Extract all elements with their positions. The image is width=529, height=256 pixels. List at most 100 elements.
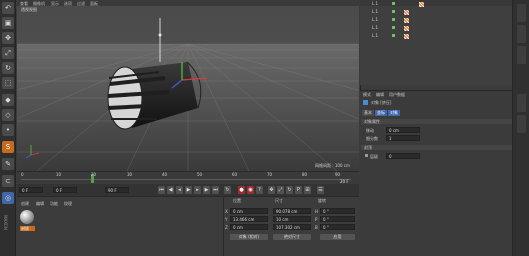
section-caps-label: 封顶 [364,145,372,150]
select-icon[interactable]: ⬚ [2,77,14,89]
subdivision-field[interactable]: 1 [386,135,420,141]
torus-icon[interactable]: ◎ [2,192,14,204]
texture-tag-icon[interactable] [419,2,424,7]
timeline-tick: 0 [21,172,24,177]
level-field[interactable]: 0 [386,153,420,159]
material-menu-item[interactable]: 功能 [50,201,58,207]
cube-icon[interactable]: ▣ [2,17,14,29]
timeline-ruler[interactable]: 0 10 20 30 40 50 60 70 80 90 20 F [17,171,359,184]
viewport[interactable] [17,0,359,171]
viewport-menu-item[interactable]: 选项 [64,1,72,7]
frame-end-field[interactable]: 90 F [105,187,129,193]
tab-basic[interactable]: 基本 [362,110,374,116]
visibility-dot-icon[interactable] [392,2,395,5]
visibility-dot-icon[interactable] [392,10,395,13]
viewport-menu-item[interactable]: 显示 [51,1,59,7]
attr-menu-item[interactable]: 模式 [363,93,371,97]
field-label: 细分数 [366,136,378,141]
object-item-name[interactable]: L.1 [372,34,378,38]
position-x-field[interactable]: 0 cm [230,208,268,214]
section-header [361,119,512,124]
material-menu-item[interactable]: 编辑 [36,201,44,207]
material-swatch[interactable] [20,210,34,224]
checkbox-icon[interactable] [365,154,368,157]
size-x-field[interactable]: 90.078 cm [273,208,311,214]
object-item-name[interactable]: L.1 [372,10,378,14]
size-y-field[interactable]: 10 cm [273,216,311,222]
coordinate-mode-select[interactable]: 对象 (相对) [230,234,268,240]
play-icon[interactable]: ▶ [185,186,192,194]
material-name[interactable]: 材质 [20,226,35,231]
visibility-dot-icon[interactable] [392,18,395,21]
viewport-menu-item[interactable]: 过滤 [77,1,85,7]
object-item-name[interactable]: L.1 [372,2,378,6]
grid-spacing-label: 网格间距 : 100 cm [315,163,350,168]
position-y-field[interactable]: 13.466 cm [230,216,268,222]
attr-menu-item[interactable]: 用户数据 [389,93,405,97]
key-position-icon[interactable]: ✥ [268,186,275,194]
left-toolbar: ↶ ▣ ✥ ⤢ ↻ ⬚ ◆ ◇ • S ✎ ⊂ ◎ MAXON [0,0,16,256]
material-menu-item[interactable]: 创建 [21,201,29,207]
prev-key-icon[interactable]: ◀ [167,186,174,194]
attributes-tab[interactable] [517,94,526,112]
section-header [361,145,512,150]
rotation-p-field[interactable]: 0 ° [320,216,355,222]
timeline-menu-icon[interactable]: ☰ [317,186,324,194]
tab-object[interactable]: 对象 [388,110,400,116]
auto-key-icon[interactable]: ◉ [247,186,254,194]
material-menu-item[interactable]: 纹理 [64,201,72,207]
axis-label: Z [225,225,228,230]
next-key-icon[interactable]: ▶ [203,186,210,194]
object-item-name[interactable]: L.1 [372,18,378,22]
magnet-icon[interactable]: ⊂ [2,175,14,187]
go-to-end-icon[interactable]: ⏭ [212,186,219,194]
position-z-field[interactable]: 0 cm [230,224,268,230]
keyframe-selection-icon[interactable]: ? [256,186,263,194]
rot-axis-label: B [315,225,318,230]
key-rotation-icon[interactable]: ↻ [286,186,293,194]
next-frame-icon[interactable]: ▸ [194,186,201,194]
prev-frame-icon[interactable]: ◂ [176,186,183,194]
loop-icon[interactable]: ↻ [224,186,231,194]
move-icon[interactable]: ✥ [2,32,14,44]
texture-tag-icon[interactable] [404,34,409,39]
polygon-icon[interactable]: ◆ [2,94,14,106]
size-z-field[interactable]: 107.302 cm [273,224,311,230]
go-to-start-icon[interactable]: ⏮ [158,186,165,194]
transport-bar: 0 F 0 F 90 F ⏮ ◀ ◂ ▶ ▸ ▶ ⏭ ↻ ● ◉ ? ✥ ⤢ ↻… [17,184,359,196]
attr-menu-item[interactable]: 编辑 [376,93,384,97]
structure-tab[interactable] [517,25,526,43]
object-item-name[interactable]: L.1 [372,26,378,30]
rotation-h-field[interactable]: 0 ° [320,208,355,214]
visibility-dot-icon[interactable] [392,26,395,29]
rotation-b-field[interactable]: 0 ° [320,224,355,230]
object-tab[interactable] [517,4,526,22]
texture-tag-icon[interactable] [404,10,409,15]
record-icon[interactable]: ● [238,186,245,194]
frame-current-field[interactable]: 0 F [53,187,77,193]
texture-tag-icon[interactable] [404,18,409,23]
viewport-menu-item[interactable]: 面板 [90,1,98,7]
undo-icon[interactable]: ↶ [2,2,14,14]
scale-icon[interactable]: ⤢ [2,47,14,59]
layer-tab[interactable] [517,115,526,133]
point-icon[interactable]: • [2,124,14,136]
key-param-icon[interactable]: P [295,186,302,194]
movement-field[interactable]: 0 cm [386,127,420,133]
coord-header-rotation: 旋转 [318,198,326,203]
frame-start-field[interactable]: 0 F [19,187,43,193]
apply-button[interactable]: 应用 [320,234,355,240]
brush-icon[interactable]: ✎ [2,158,14,170]
edge-icon[interactable]: ◇ [2,109,14,121]
timeline-tick: 20 [91,172,97,177]
key-pla-icon[interactable]: ⊞ [304,186,311,194]
tab-coord[interactable]: 坐标 [375,110,387,116]
key-scale-icon[interactable]: ⤢ [277,186,284,194]
content-tab[interactable] [517,46,526,64]
size-mode-select[interactable]: 绝对尺寸 [273,234,311,240]
visibility-dot-icon[interactable] [392,34,395,37]
rotate-icon[interactable]: ↻ [2,62,14,74]
rot-axis-label: P [315,217,318,222]
texture-tag-icon[interactable] [404,26,409,31]
snap-icon[interactable]: S [2,141,14,153]
